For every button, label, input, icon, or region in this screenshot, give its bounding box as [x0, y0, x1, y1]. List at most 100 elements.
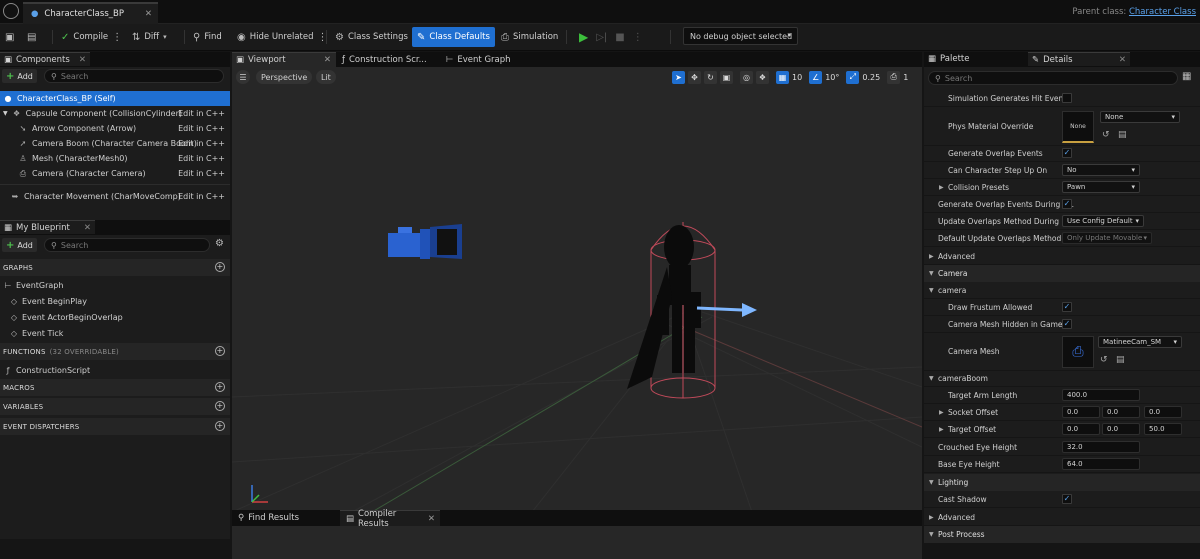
- prop-collision-presets[interactable]: ▶ Collision Presets Pawn ▾: [924, 179, 1200, 196]
- graph-item-eventgraph[interactable]: ⊢ EventGraph: [0, 277, 230, 293]
- scale-icon[interactable]: ▣: [720, 70, 733, 84]
- property-matrix-icon[interactable]: ▦: [1182, 71, 1191, 82]
- expand-arrow-icon[interactable]: ▼: [3, 110, 8, 117]
- category-camera[interactable]: ▼ Camera: [924, 265, 1200, 282]
- expand-arrow-icon[interactable]: ▶: [929, 253, 934, 260]
- save-button[interactable]: ▣: [0, 27, 19, 47]
- prop-socket-offset[interactable]: ▶ Socket Offset 0.0 0.0 0.0: [924, 404, 1200, 421]
- target-offset-x[interactable]: 0.0: [1062, 423, 1100, 435]
- lit-button[interactable]: Lit: [316, 70, 336, 84]
- edit-in-cpp-link[interactable]: Edit in C++: [178, 109, 225, 118]
- parent-class-link[interactable]: Character Class: [1129, 7, 1196, 17]
- components-search-input[interactable]: ⚲ Search: [44, 69, 224, 83]
- expand-arrow-icon[interactable]: ▶: [939, 409, 944, 416]
- prop-target-offset[interactable]: ▶ Target Offset 0.0 0.0 50.0: [924, 421, 1200, 438]
- document-tab[interactable]: ● CharacterClass_BP ✕: [23, 2, 158, 24]
- stop-icon[interactable]: ■: [615, 32, 624, 43]
- character-mesh[interactable]: [627, 225, 701, 389]
- add-graph-icon[interactable]: +: [215, 262, 225, 272]
- tab-components[interactable]: ▣ Components ✕: [0, 52, 90, 66]
- category-lighting[interactable]: ▼ Lighting: [924, 474, 1200, 491]
- tab-details[interactable]: ✎ Details ✕: [1028, 52, 1130, 66]
- edit-in-cpp-link[interactable]: Edit in C++: [178, 139, 225, 148]
- component-row-mesh[interactable]: ♙ Mesh (CharacterMesh0) Edit in C++: [0, 151, 230, 166]
- edit-in-cpp-link[interactable]: Edit in C++: [178, 192, 225, 201]
- collapse-arrow-icon[interactable]: ▼: [929, 287, 934, 294]
- checkbox-checked[interactable]: ✓: [1062, 302, 1072, 312]
- close-tab-icon[interactable]: ✕: [428, 514, 435, 524]
- scale-snap-icon[interactable]: ⤢: [846, 70, 860, 84]
- rotation-snap-icon[interactable]: ∠: [809, 70, 823, 84]
- use-selected-icon[interactable]: ↺: [1100, 355, 1108, 365]
- target-offset-y[interactable]: 0.0: [1102, 423, 1140, 435]
- base-eye-field[interactable]: 64.0: [1062, 458, 1140, 470]
- select-icon[interactable]: ➤: [672, 70, 685, 84]
- asset-thumbnail[interactable]: ⎙: [1062, 336, 1094, 368]
- function-item-construction-script[interactable]: ƒ ConstructionScript: [0, 362, 230, 378]
- checkbox[interactable]: [1062, 93, 1072, 103]
- surface-snap-icon[interactable]: ❖: [756, 70, 769, 84]
- add-member-button[interactable]: + Add: [2, 238, 37, 252]
- component-row-self[interactable]: ● CharacterClass_BP (Self): [0, 91, 230, 106]
- collapse-arrow-icon[interactable]: ▼: [929, 270, 934, 277]
- checkbox-checked[interactable]: ✓: [1062, 148, 1072, 158]
- class-settings-button[interactable]: ⚙ Class Settings: [330, 27, 413, 47]
- advanced-expander[interactable]: ▶ Advanced: [924, 248, 1200, 265]
- grid-snap-icon[interactable]: ▦: [776, 70, 789, 84]
- socket-offset-x[interactable]: 0.0: [1062, 406, 1100, 418]
- component-row-movement[interactable]: ➥ Character Movement (CharMoveComp) Edit i…: [0, 189, 230, 204]
- component-row-camera[interactable]: ⎙ Camera (Character Camera) Edit in C++: [0, 166, 230, 181]
- add-component-button[interactable]: + Add: [2, 69, 37, 83]
- category-post-process[interactable]: ▼ Post Process: [924, 526, 1200, 543]
- compile-button[interactable]: ✓ Compile ⋮: [56, 27, 127, 47]
- add-variable-icon[interactable]: +: [215, 401, 225, 411]
- target-offset-z[interactable]: 50.0: [1144, 423, 1182, 435]
- close-tab-icon[interactable]: ✕: [84, 223, 91, 233]
- diff-button[interactable]: ⇅ Diff ▾: [127, 27, 172, 47]
- advanced-expander[interactable]: ▶ Advanced: [924, 509, 1200, 526]
- translate-icon[interactable]: ✥: [688, 70, 701, 84]
- expand-arrow-icon[interactable]: ▶: [939, 426, 944, 433]
- close-tab-icon[interactable]: ✕: [324, 55, 331, 65]
- tab-find-results[interactable]: ⚲ Find Results: [232, 510, 337, 526]
- collapse-arrow-icon[interactable]: ▼: [929, 479, 934, 486]
- hide-unrelated-button[interactable]: ◉ Hide Unrelated ⋮: [232, 27, 333, 47]
- tab-my-blueprint[interactable]: ▦ My Blueprint ✕: [0, 220, 95, 234]
- checkbox-checked[interactable]: ✓: [1062, 494, 1072, 504]
- rotation-snap-value[interactable]: 10°: [825, 73, 839, 82]
- close-tab-icon[interactable]: ✕: [145, 9, 152, 19]
- find-button[interactable]: ⚲ Find: [188, 27, 227, 47]
- close-tab-icon[interactable]: ✕: [1119, 55, 1126, 65]
- collapse-arrow-icon[interactable]: ▼: [929, 531, 934, 538]
- camera-speed-value[interactable]: 1: [903, 73, 908, 82]
- edit-in-cpp-link[interactable]: Edit in C++: [178, 169, 225, 178]
- add-dispatcher-icon[interactable]: +: [215, 421, 225, 431]
- browse-asset-icon[interactable]: ▤: [1118, 130, 1127, 140]
- event-item[interactable]: ◇ Event ActorBeginOverlap: [0, 309, 230, 325]
- options-icon[interactable]: ⋮: [633, 32, 643, 43]
- section-event-dispatchers[interactable]: EVENT DISPATCHERS +: [0, 418, 230, 435]
- tab-event-graph[interactable]: ⊢ Event Graph: [442, 52, 532, 67]
- add-macro-icon[interactable]: +: [215, 382, 225, 392]
- browse-asset-icon[interactable]: ▤: [1116, 355, 1125, 365]
- asset-picker[interactable]: None ▾: [1100, 111, 1180, 123]
- tab-palette[interactable]: ▦ Palette: [924, 52, 1024, 66]
- edit-in-cpp-link[interactable]: Edit in C++: [178, 154, 225, 163]
- add-function-icon[interactable]: +: [215, 346, 225, 356]
- step-up-select[interactable]: No ▾: [1062, 164, 1140, 176]
- close-tab-icon[interactable]: ✕: [79, 55, 86, 65]
- viewport[interactable]: ☰ Perspective Lit ➤ ✥ ↻ ▣ ◎ ❖ ▦ 10 ∠ 10°…: [232, 67, 922, 559]
- browse-button[interactable]: ▤: [22, 27, 41, 47]
- component-row-camera-boom[interactable]: ➚ Camera Boom (Character Camera Boom) Edit…: [0, 136, 230, 151]
- blueprint-search-input[interactable]: ⚲ Search: [44, 238, 210, 252]
- camera-speed-icon[interactable]: ⎙: [887, 70, 901, 84]
- rotate-icon[interactable]: ↻: [704, 70, 717, 84]
- use-selected-icon[interactable]: ↺: [1102, 130, 1110, 140]
- tab-compiler-results[interactable]: ▤ Compiler Results ✕: [340, 509, 440, 529]
- grid-snap-value[interactable]: 10: [792, 73, 802, 82]
- viewport-menu-button[interactable]: ☰: [236, 70, 250, 84]
- unreal-logo-icon[interactable]: [3, 3, 19, 19]
- asset-thumbnail[interactable]: None: [1062, 111, 1094, 143]
- asset-picker[interactable]: MatineeCam_SM ▾: [1098, 336, 1182, 348]
- collapse-arrow-icon[interactable]: ▼: [929, 375, 934, 382]
